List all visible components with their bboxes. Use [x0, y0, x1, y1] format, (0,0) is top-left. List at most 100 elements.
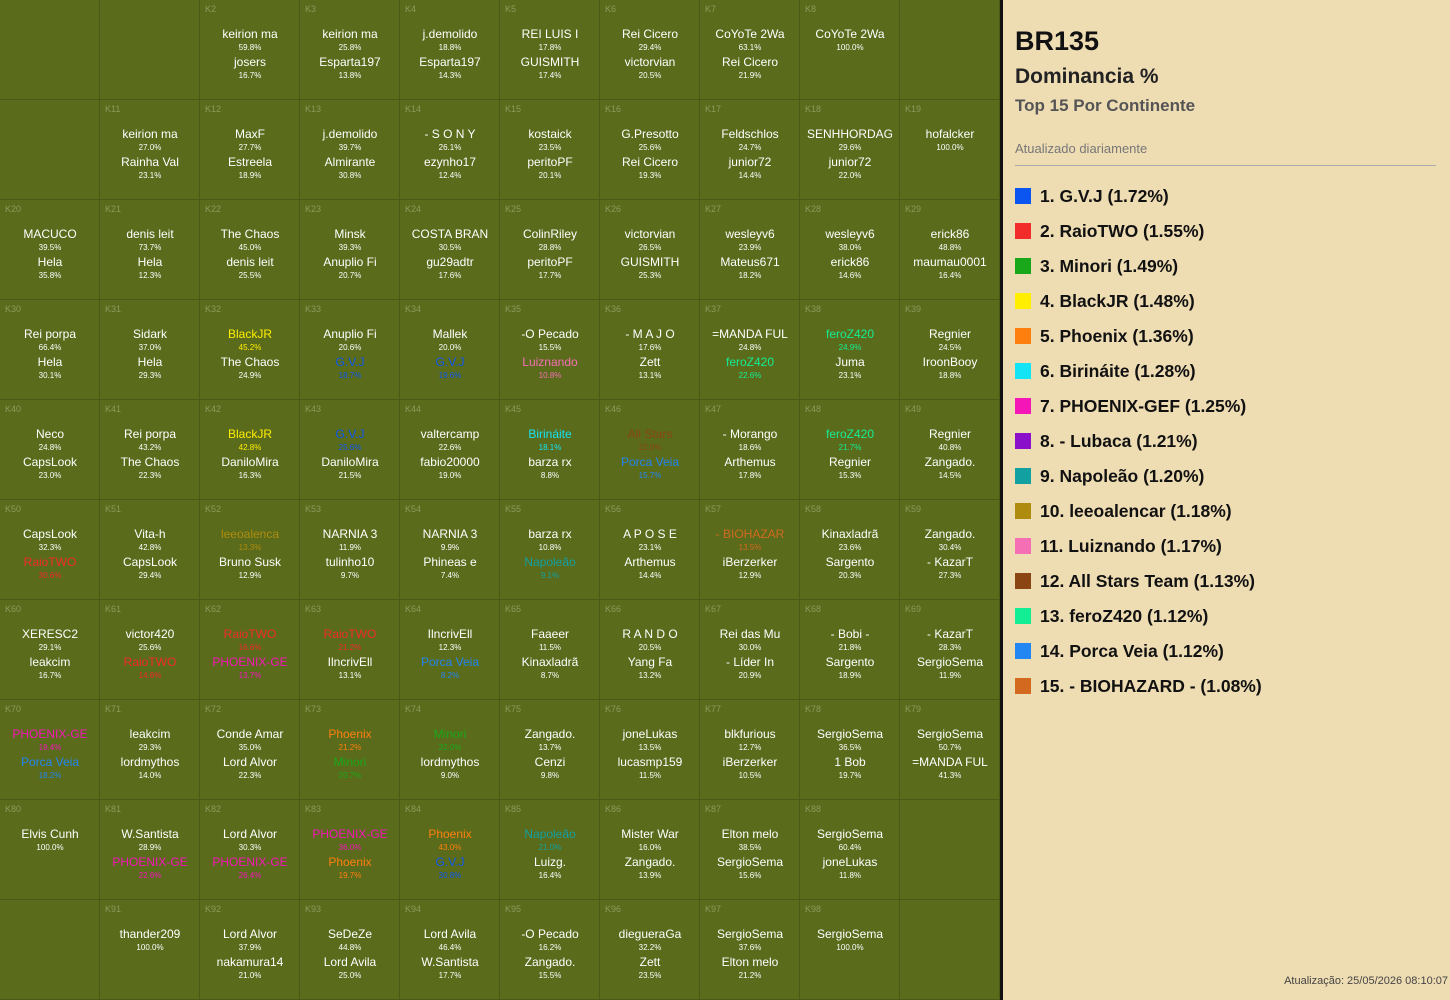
player-percentage: 29.3% — [138, 371, 162, 380]
empty-grid-cell — [0, 100, 100, 200]
player-name: junior72 — [828, 155, 872, 169]
player-name: PHOENIX-GE — [312, 827, 388, 841]
continent-cell: K82 Lord Alvor 30.3% PHOENIX-GE 26.4% — [200, 800, 300, 900]
continent-code: K36 — [605, 304, 622, 314]
continent-code: K78 — [805, 704, 822, 714]
player-name: Mister War — [621, 827, 679, 841]
continent-cell: K35 -O Pecado 15.5% Luiznando 10.8% — [500, 300, 600, 400]
player-name: SeDeZe — [327, 927, 373, 941]
continent-cell: K56 A P O S E 23.1% Arthemus 14.4% — [600, 500, 700, 600]
player-percentage: 17.8% — [738, 471, 762, 480]
player-percentage: 12.3% — [438, 643, 462, 652]
legend-swatch — [1015, 573, 1031, 589]
player-name: nakamura14 — [216, 955, 284, 969]
continent-code: K28 — [805, 204, 822, 214]
continent-code: K12 — [205, 104, 222, 114]
player-percentage: 15.7% — [638, 471, 662, 480]
continent-code: K72 — [205, 704, 222, 714]
player-name: Rei Cicero — [621, 155, 678, 169]
player-percentage: 30.8% — [338, 171, 362, 180]
player-name: erick86 — [830, 255, 870, 269]
player-name: ezynho17 — [423, 155, 477, 169]
continent-code: K60 — [5, 604, 22, 614]
player-percentage: 10.5% — [738, 771, 762, 780]
player-percentage: 16.4% — [538, 871, 562, 880]
player-percentage: 20.5% — [638, 71, 662, 80]
player-percentage: 13.1% — [338, 671, 362, 680]
player-percentage: 27.7% — [238, 143, 262, 152]
player-name: Zangado. — [924, 527, 976, 541]
player-name: MACUCO — [23, 227, 77, 241]
player-percentage: 14.5% — [938, 471, 962, 480]
continent-code: K55 — [505, 504, 522, 514]
continent-code: K17 — [705, 104, 722, 114]
continent-code: K77 — [705, 704, 722, 714]
player-name: tulinho10 — [325, 555, 375, 569]
player-percentage: 13.5% — [638, 743, 662, 752]
player-name: Hela — [37, 255, 63, 269]
player-name: W.Santista — [121, 827, 179, 841]
continent-code: K69 — [905, 604, 922, 614]
legend-label: 5. Phoenix (1.36%) — [1040, 326, 1194, 346]
player-percentage: 16.6% — [238, 643, 262, 652]
player-name: Elton melo — [721, 827, 779, 841]
continent-code: K25 — [505, 204, 522, 214]
continent-cell: K32 BlackJR 45.2% The Chaos 24.9% — [200, 300, 300, 400]
legend-label: 11. Luiznando (1.17%) — [1040, 536, 1222, 556]
player-name: Rei porpa — [123, 427, 177, 441]
player-name: CapsLook — [22, 527, 78, 541]
player-percentage: 100.0% — [836, 943, 864, 952]
player-percentage: 17.8% — [538, 43, 562, 52]
continent-code: K16 — [605, 104, 622, 114]
continent-code: K57 — [705, 504, 722, 514]
player-name: BlackJR — [227, 327, 272, 341]
continent-code: K94 — [405, 904, 422, 914]
continent-code: K7 — [705, 4, 717, 14]
continent-code: K35 — [505, 304, 522, 314]
player-name: SergioSema — [816, 927, 884, 941]
continent-cell: K22 The Chaos 45.0% denis leit 25.5% — [200, 200, 300, 300]
player-name: josers — [233, 55, 266, 69]
player-name: - S O N Y — [424, 127, 476, 141]
player-name: Hela — [137, 255, 163, 269]
player-percentage: 30.3% — [238, 843, 262, 852]
continent-code: K14 — [405, 104, 422, 114]
player-percentage: 18.9% — [238, 171, 262, 180]
player-percentage: 66.4% — [38, 343, 62, 352]
player-percentage: 25.3% — [638, 271, 662, 280]
player-name: Lord Alvor — [222, 755, 278, 769]
continent-cell: K92 Lord Alvor 37.9% nakamura14 21.0% — [200, 900, 300, 1000]
player-percentage: 10.8% — [538, 543, 562, 552]
player-name: Estreela — [227, 155, 273, 169]
player-percentage: 11.9% — [938, 671, 962, 680]
player-percentage: 8.8% — [540, 471, 560, 480]
player-name: MaxF — [235, 127, 265, 141]
continent-code: K63 — [305, 604, 322, 614]
continent-code: K88 — [805, 804, 822, 814]
player-name: =MANDA FUL — [912, 755, 988, 769]
player-percentage: 17.6% — [438, 271, 462, 280]
continent-cell: K19 hofalcker 100.0% — [900, 100, 1000, 200]
player-name: Birináite — [528, 427, 572, 441]
player-name: barza rx — [528, 455, 572, 469]
continent-cell: K12 MaxF 27.7% Estreela 18.9% — [200, 100, 300, 200]
player-name: Zangado. — [924, 455, 976, 469]
continent-cell: K62 RaioTWO 16.6% PHOENIX-GE 13.7% — [200, 600, 300, 700]
continent-code: K73 — [305, 704, 322, 714]
continent-cell: K97 SergioSema 37.6% Elton melo 21.2% — [700, 900, 800, 1000]
player-percentage: 39.7% — [338, 143, 362, 152]
continent-cell: K3 keirion ma 25.8% Esparta197 13.8% — [300, 0, 400, 100]
player-name: kostaick — [528, 127, 572, 141]
player-name: blkfurious — [724, 727, 776, 741]
player-percentage: 22.3% — [238, 771, 262, 780]
player-name: G.V.J — [335, 427, 365, 441]
continent-cell: K86 Mister War 16.0% Zangado. 13.9% — [600, 800, 700, 900]
player-percentage: 40.8% — [938, 443, 962, 452]
player-percentage: 24.5% — [938, 343, 962, 352]
player-name: Sidark — [132, 327, 167, 341]
player-percentage: 16.7% — [238, 71, 262, 80]
legend-swatch — [1015, 293, 1031, 309]
player-name: denis leit — [226, 255, 274, 269]
continent-grid: K2 keirion ma 59.8% josers 16.7% K3 keirion ma… — [0, 0, 1000, 1000]
player-percentage: 27.0% — [138, 143, 162, 152]
